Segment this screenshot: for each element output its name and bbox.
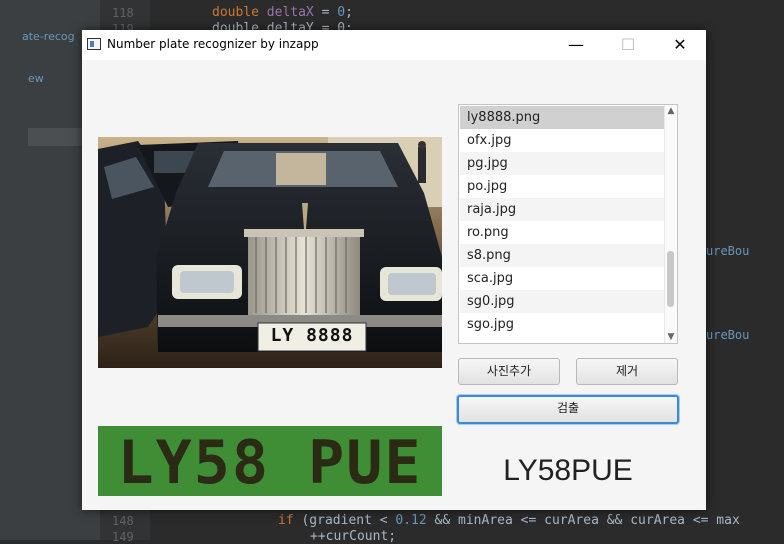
list-item[interactable]: raja.jpg — [460, 198, 665, 221]
list-item[interactable]: sgo.jpg — [460, 313, 665, 336]
code-variable: deltaX — [266, 5, 314, 20]
code-line[interactable]: double deltaX = 0; — [212, 5, 353, 20]
window-title: Number plate recognizer by inzapp — [107, 37, 319, 51]
code-number: 0.12 — [395, 513, 427, 528]
code-keyword: double — [212, 5, 259, 20]
car-photo: LY 8888 — [98, 137, 442, 368]
list-item[interactable]: pg.jpg — [460, 152, 665, 175]
ide-tree-label[interactable]: ew — [28, 72, 44, 85]
ide-code-fragment: ureBou — [706, 328, 750, 342]
scroll-down-icon[interactable]: ▼ — [665, 331, 677, 343]
recognition-result: LY58PUE — [503, 454, 633, 487]
code-text: && minArea <= curArea && curArea <= max — [426, 513, 740, 528]
list-item[interactable]: ro.png — [460, 221, 665, 244]
list-item[interactable]: s8.png — [460, 244, 665, 267]
app-window: Number plate recognizer by inzapp — ☐ ✕ — [82, 30, 706, 510]
code-keyword: if — [278, 513, 294, 528]
code-text: = — [313, 5, 338, 20]
line-number: 148 — [112, 514, 134, 528]
app-icon — [87, 38, 101, 50]
detect-button[interactable]: 검출 — [457, 395, 679, 424]
close-button[interactable]: ✕ — [666, 34, 694, 56]
ide-code-fragment: ureBou — [706, 244, 750, 258]
code-number: 0 — [337, 5, 346, 20]
scroll-up-icon[interactable]: ▲ — [665, 105, 677, 117]
plate-crop-image: LY58 PUE — [98, 426, 442, 496]
list-item[interactable]: ofx.jpg — [460, 129, 665, 152]
list-item[interactable]: po.jpg — [460, 175, 665, 198]
maximize-button[interactable]: ☐ — [614, 34, 642, 56]
code-text: (gradient < — [293, 513, 396, 528]
line-number: 118 — [112, 6, 134, 20]
code-line[interactable]: if (gradient < 0.12 && minArea <= curAre… — [278, 513, 740, 528]
title-bar[interactable]: Number plate recognizer by inzapp — ☐ ✕ — [82, 30, 706, 60]
list-item[interactable]: sca.jpg — [460, 267, 665, 290]
scrollbar-thumb[interactable] — [667, 251, 674, 307]
code-text: ; — [345, 5, 353, 20]
minimize-button[interactable]: — — [562, 34, 590, 56]
code-line[interactable]: ++curCount; — [310, 529, 396, 544]
file-list[interactable]: ly8888.png ofx.jpg pg.jpg po.jpg raja.jp… — [458, 104, 678, 344]
remove-button[interactable]: 제거 — [576, 358, 678, 385]
line-number: 149 — [112, 530, 134, 544]
ide-tree-label[interactable]: ate-recog — [22, 30, 75, 43]
list-scrollbar[interactable]: ▲ ▼ — [664, 105, 677, 343]
window-content: LY 8888 ly8888.png ofx.jpg pg.jpg po.jpg… — [82, 60, 706, 510]
list-item[interactable]: ly8888.png — [460, 106, 665, 129]
list-item[interactable]: sg0.jpg — [460, 290, 665, 313]
add-photo-button[interactable]: 사진추가 — [458, 358, 560, 385]
plate-crop-text: LY58 PUE — [117, 428, 423, 496]
license-plate-text: LY 8888 — [270, 325, 354, 346]
